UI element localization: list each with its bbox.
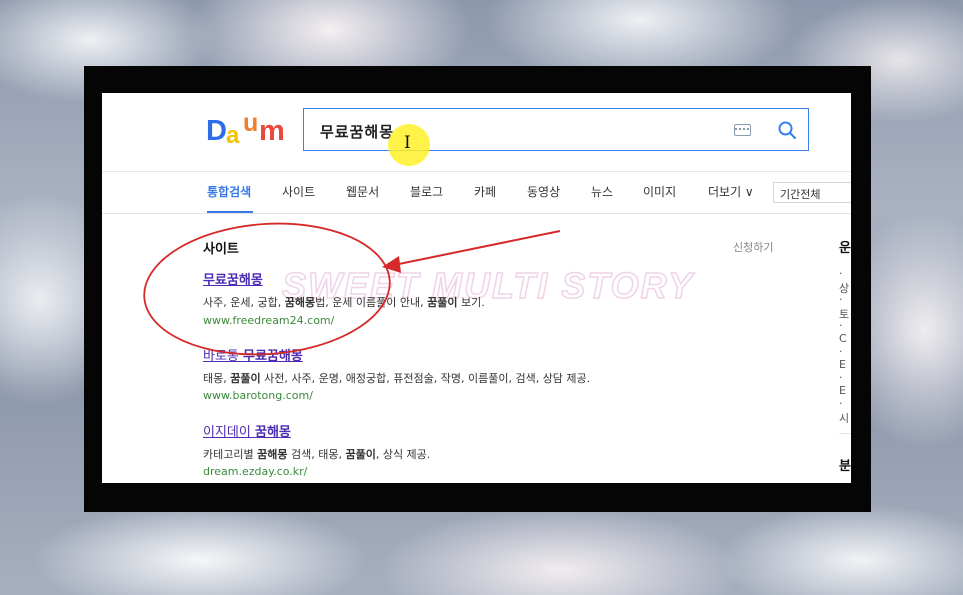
search-box[interactable]: 무료꿈해몽 — [303, 108, 809, 151]
result-title-2[interactable]: 바로통 무료꿈해몽 — [203, 345, 303, 364]
result-desc-3: 카테고리별 꿈해몽 검색, 태몽, 꿈풀이, 상식 제공. — [203, 448, 431, 461]
tab-images[interactable]: 이미지 — [643, 183, 676, 200]
sidebar-item[interactable]: · 상 — [839, 267, 851, 296]
result-desc-2: 태몽, 꿈풀이 사전, 사주, 운명, 애정궁합, 퓨전점술, 작명, 이름풀이… — [203, 372, 591, 385]
result-url-1[interactable]: www.freedream24.com/ — [203, 314, 334, 327]
tab-integrated-search[interactable]: 통합검색 — [207, 183, 251, 200]
sidebar-item[interactable]: · C — [839, 319, 851, 345]
tab-blog[interactable]: 블로그 — [410, 183, 443, 200]
right-sidebar: 운 · 상 · 토 · C · E · E · 시 분 — [829, 93, 851, 483]
result-title-1[interactable]: 무료꿈해몽 — [203, 269, 263, 288]
sidebar-item[interactable]: · E — [839, 371, 851, 397]
sidebar-item[interactable]: · E — [839, 345, 851, 371]
tab-site[interactable]: 사이트 — [282, 183, 315, 200]
result-url-2[interactable]: www.barotong.com/ — [203, 389, 313, 402]
apply-link[interactable]: 신청하기 — [733, 239, 773, 255]
sidebar-title: 운 — [839, 241, 851, 256]
text-cursor-icon: I — [404, 133, 411, 153]
sidebar-item[interactable]: · 토 — [839, 293, 851, 322]
sidebar-item[interactable]: · 시 — [839, 397, 851, 426]
sidebar-title-2: 분 — [839, 459, 851, 474]
annotation-arrow — [393, 230, 561, 266]
tab-cafe[interactable]: 카페 — [474, 183, 496, 200]
daum-logo[interactable]: D a u m — [206, 111, 288, 148]
tab-more[interactable]: 더보기 ∨ — [708, 183, 754, 200]
site-section-title: 사이트 — [203, 242, 239, 257]
browser-viewport: D a u m 무료꿈해몽 I 통합검색 사이트 웹문서 블로그 카페 동영상 … — [102, 93, 851, 483]
search-icon[interactable] — [777, 120, 797, 140]
result-desc-1: 사주, 운세, 궁합, 꿈해몽법, 운세 이름풀이 안내, 꿈풀이 보기. — [203, 296, 485, 309]
result-title-3[interactable]: 이지데이 꿈해몽 — [203, 421, 291, 440]
tab-web-docs[interactable]: 웹문서 — [346, 183, 379, 200]
tab-video[interactable]: 동영상 — [527, 183, 560, 200]
result-url-3[interactable]: dream.ezday.co.kr/ — [203, 465, 307, 478]
search-input[interactable]: 무료꿈해몽 — [320, 121, 394, 142]
keyboard-icon[interactable] — [734, 124, 751, 136]
tab-news[interactable]: 뉴스 — [591, 183, 613, 200]
